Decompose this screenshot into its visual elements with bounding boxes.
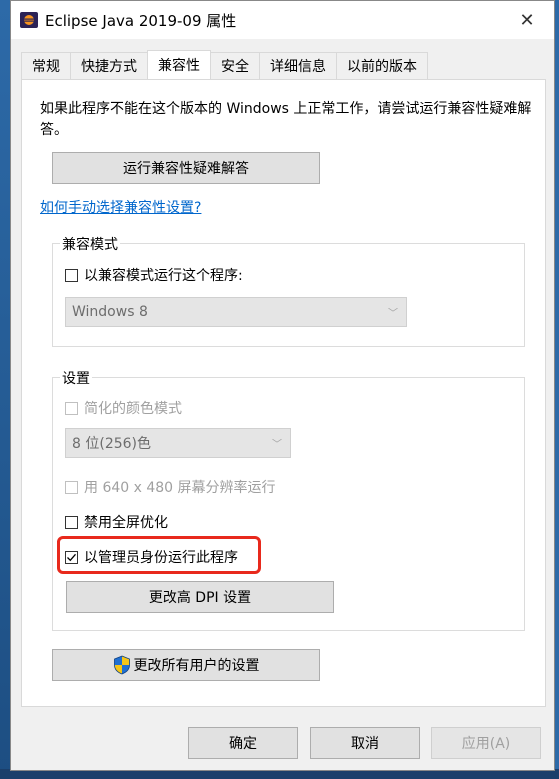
os-version-select[interactable]: Windows 8 ﹀ — [65, 297, 407, 327]
compat-mode-checkbox-box[interactable] — [65, 268, 78, 282]
tab-compatibility[interactable]: 兼容性 — [147, 50, 211, 79]
desktop-background-right — [555, 0, 559, 779]
compatibility-panel: 如果此程序不能在这个版本的 Windows 上正常工作，请尝试运行兼容性疑难解答… — [21, 79, 546, 707]
window-title: Eclipse Java 2019-09 属性 — [45, 12, 237, 30]
color-depth-select[interactable]: 8 位(256)色 ﹀ — [65, 428, 291, 458]
disable-fullscreen-opt-checkbox[interactable]: 禁用全屏优化 — [65, 512, 168, 532]
disable-fullscreen-opt-checkbox-box[interactable] — [65, 515, 78, 529]
chevron-down-icon: ﹀ — [388, 308, 398, 320]
settings-group: 设置 简化的颜色模式 8 位(256)色 ﹀ 用 640 x 480 屏幕分辨率… — [52, 368, 525, 631]
tab-previous-versions[interactable]: 以前的版本 — [336, 52, 428, 79]
color-depth-select-value: 8 位(256)色 — [72, 436, 152, 452]
close-icon: ✕ — [519, 9, 535, 31]
reduced-color-checkbox[interactable]: 简化的颜色模式 — [65, 398, 182, 418]
run-troubleshooter-button[interactable]: 运行兼容性疑难解答 — [52, 152, 320, 184]
intro-text: 如果此程序不能在这个版本的 Windows 上正常工作，请尝试运行兼容性疑难解答… — [40, 101, 532, 138]
reduced-color-checkbox-box[interactable] — [65, 401, 78, 415]
properties-dialog: Eclipse Java 2019-09 属性 ✕ 常规 快捷方式 兼容性 安全… — [10, 0, 555, 771]
title-bar[interactable]: Eclipse Java 2019-09 属性 ✕ — [11, 1, 554, 39]
compat-mode-group: 兼容模式 以兼容模式运行这个程序: Windows 8 ﹀ — [52, 234, 525, 347]
run-as-admin-highlight-box — [57, 536, 261, 574]
resolution-640-label: 用 640 x 480 屏幕分辨率运行 — [84, 480, 276, 496]
tab-shortcut[interactable]: 快捷方式 — [70, 52, 148, 79]
apply-button[interactable]: 应用(A) — [431, 727, 541, 759]
change-high-dpi-button[interactable]: 更改高 DPI 设置 — [66, 581, 334, 613]
tab-general[interactable]: 常规 — [21, 52, 71, 79]
desktop-background-left — [0, 0, 10, 779]
os-version-select-value: Windows 8 — [72, 304, 148, 320]
tab-strip: 常规 快捷方式 兼容性 安全 详细信息 以前的版本 — [21, 50, 428, 80]
close-button[interactable]: ✕ — [504, 1, 550, 39]
chevron-down-icon: ﹀ — [272, 439, 282, 451]
resolution-640-checkbox[interactable]: 用 640 x 480 屏幕分辨率运行 — [65, 477, 276, 497]
manual-settings-link[interactable]: 如何手动选择兼容性设置? — [40, 197, 201, 217]
eclipse-app-icon — [20, 12, 38, 28]
uac-shield-icon — [113, 655, 130, 675]
change-all-users-label: 更改所有用户的设置 — [133, 658, 260, 674]
compat-mode-group-title: 兼容模式 — [60, 234, 120, 254]
tab-security[interactable]: 安全 — [210, 52, 260, 79]
ok-button[interactable]: 确定 — [188, 727, 298, 759]
cancel-button[interactable]: 取消 — [310, 727, 420, 759]
settings-group-title: 设置 — [60, 368, 92, 388]
reduced-color-label: 简化的颜色模式 — [84, 401, 182, 417]
compat-mode-checkbox[interactable]: 以兼容模式运行这个程序: — [65, 265, 243, 285]
compat-mode-checkbox-label: 以兼容模式运行这个程序: — [84, 268, 243, 284]
resolution-640-checkbox-box[interactable] — [65, 480, 78, 494]
tab-details[interactable]: 详细信息 — [259, 52, 337, 79]
change-all-users-button[interactable]: 更改所有用户的设置 — [52, 649, 320, 681]
disable-fullscreen-opt-label: 禁用全屏优化 — [84, 515, 168, 531]
